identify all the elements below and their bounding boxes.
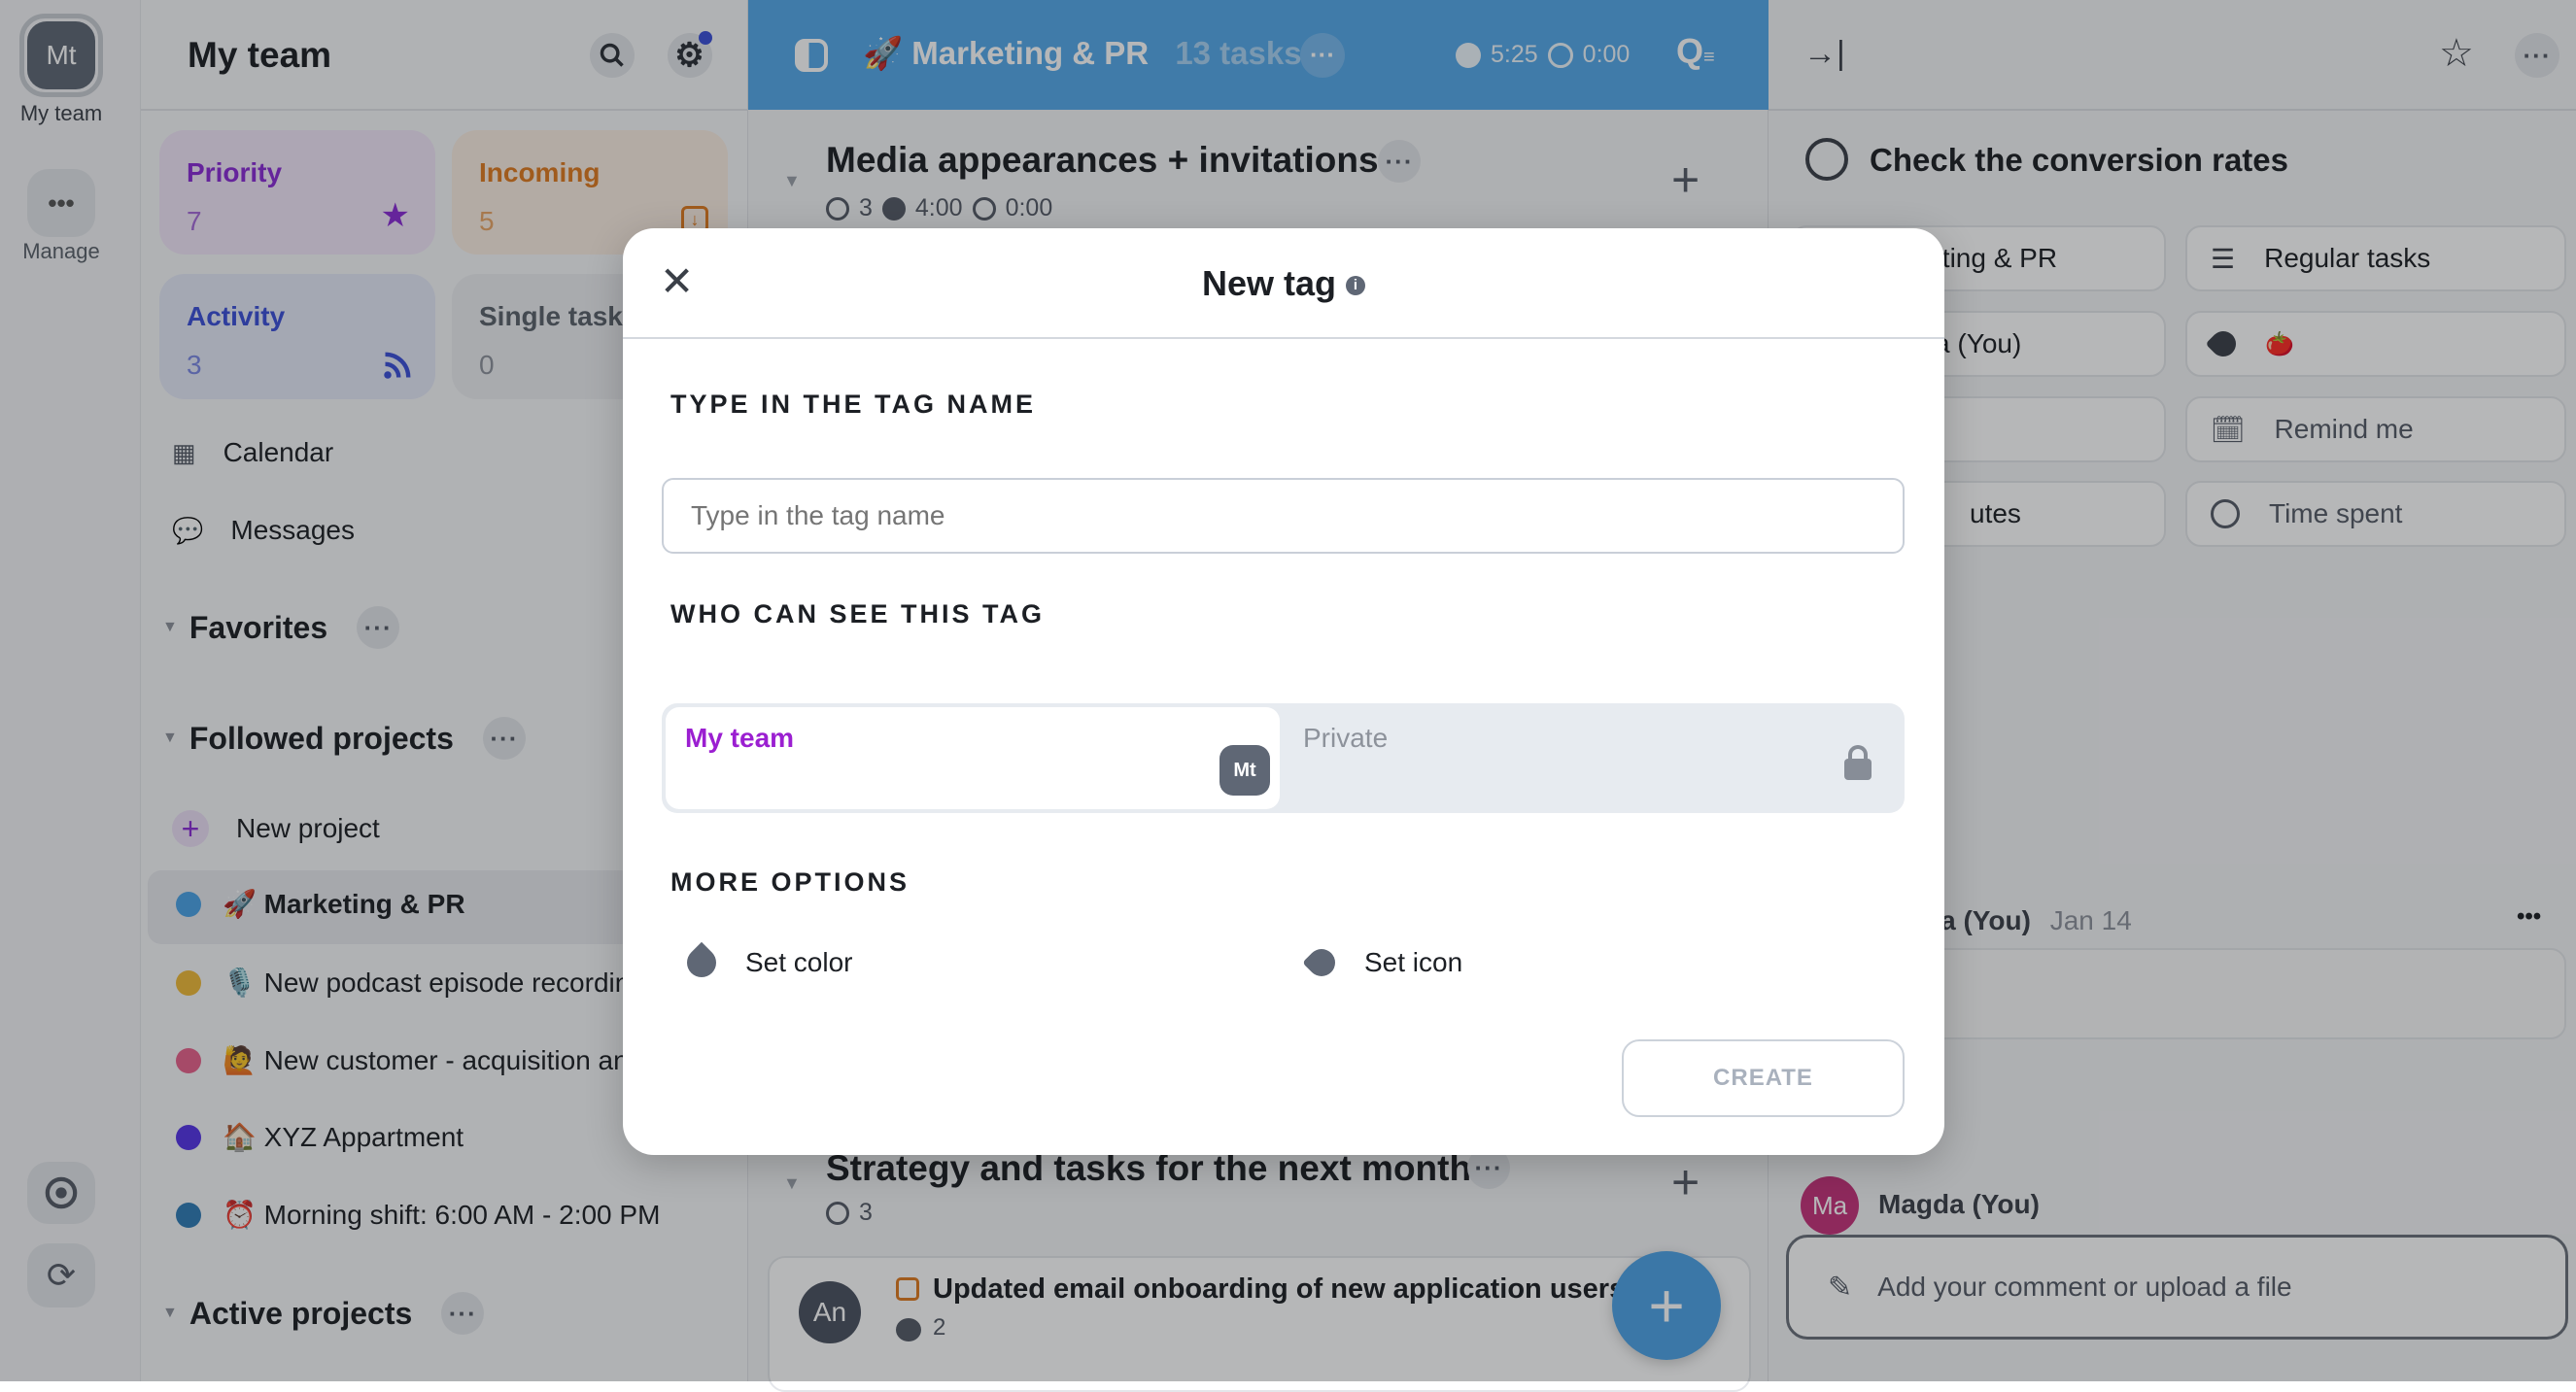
tag-name-input[interactable] — [662, 478, 1905, 554]
divider — [623, 337, 1944, 339]
visibility-heading: WHO CAN SEE THIS TAG — [670, 599, 1046, 628]
set-icon-label: Set icon — [1364, 947, 1463, 977]
visibility-selector: My team Mt Private — [662, 703, 1905, 813]
visibility-option-private[interactable]: Private — [1280, 707, 1901, 809]
visibility-option-my-team[interactable]: My team Mt — [666, 707, 1280, 809]
new-tag-modal: ✕ New tag i TYPE IN THE TAG NAME WHO CAN… — [623, 228, 1944, 1155]
info-icon[interactable]: i — [1346, 276, 1366, 296]
lock-icon — [1844, 745, 1872, 780]
more-options-heading: MORE OPTIONS — [670, 867, 910, 897]
set-icon-button[interactable]: Set icon — [1302, 943, 1463, 982]
set-color-label: Set color — [745, 947, 853, 977]
option-label: Private — [1303, 723, 1389, 753]
droplet-icon — [680, 941, 723, 984]
set-color-button[interactable]: Set color — [680, 941, 853, 984]
tag-name-heading: TYPE IN THE TAG NAME — [670, 390, 1037, 419]
modal-title: New tag — [1201, 263, 1336, 303]
option-label: My team — [685, 723, 795, 753]
modal-header: New tag i — [623, 263, 1944, 304]
team-badge: Mt — [1219, 745, 1270, 796]
tag-icon — [1302, 943, 1341, 982]
create-button[interactable]: CREATE — [1622, 1039, 1905, 1117]
